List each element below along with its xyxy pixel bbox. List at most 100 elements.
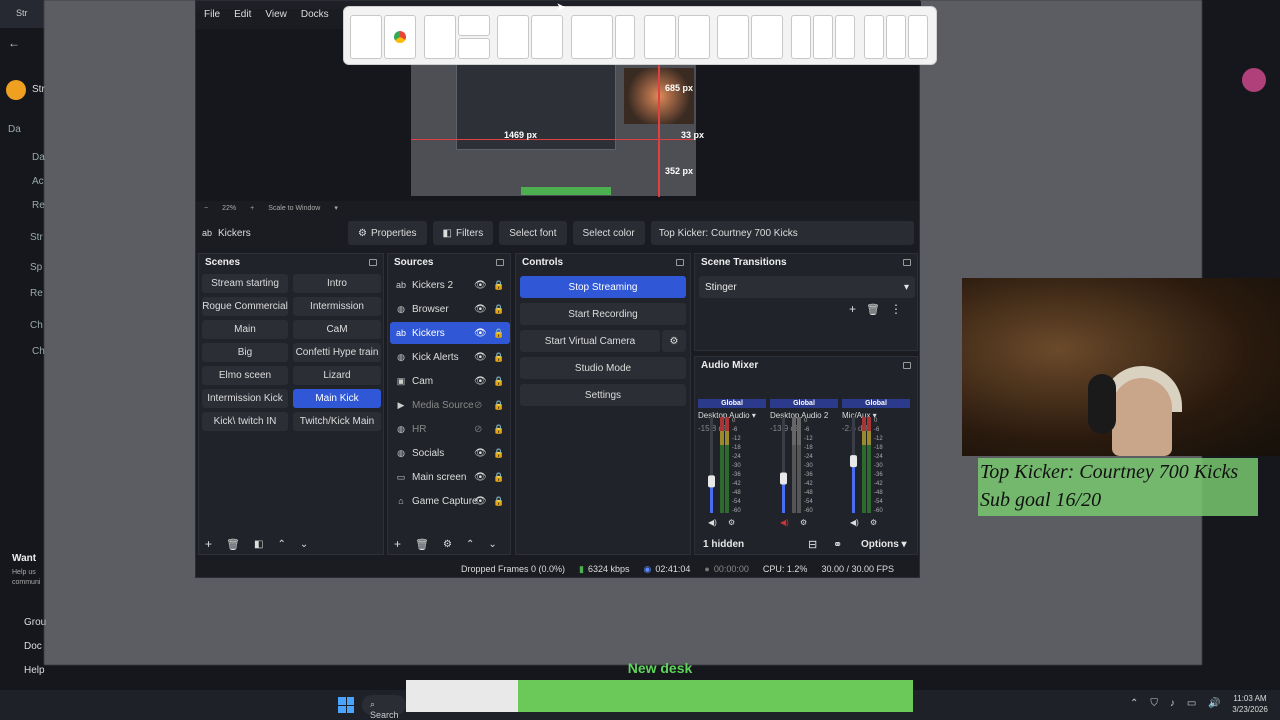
layout-icon[interactable]: ⊟	[808, 538, 817, 551]
start-virtual-camera-button[interactable]: Start Virtual Camera	[520, 330, 660, 352]
snap-layout[interactable]	[791, 15, 855, 59]
speaker-icon[interactable]: ◀)	[850, 518, 859, 527]
unlock-icon[interactable]: 🔒	[493, 328, 504, 339]
link-icon[interactable]: ⚭	[833, 538, 842, 551]
options-button[interactable]: Options ▾	[861, 539, 907, 550]
chevron-up-icon[interactable]: ⌃	[466, 539, 474, 550]
volume-slider-handle[interactable]	[708, 475, 715, 488]
volume-slider-handle[interactable]	[850, 455, 857, 468]
audio-meters[interactable]: 0-6-12-18-24-30-36-42-48-54-60◀) ⚙0-6-12-…	[694, 413, 918, 533]
lock-icon[interactable]: 🔒	[493, 472, 504, 483]
scene-button[interactable]: Intermission Kick	[202, 389, 288, 408]
trash-icon[interactable]: 🗑	[866, 303, 880, 316]
popout-icon[interactable]	[903, 258, 911, 266]
scene-button[interactable]: CaM	[293, 320, 381, 339]
select-color-button[interactable]: Select color	[572, 221, 645, 245]
source-row-selected[interactable]: ab Kickers 👁 🔒	[390, 322, 510, 344]
snap-layout[interactable]	[424, 15, 490, 59]
scene-button[interactable]: Kick\ twitch IN	[202, 412, 288, 431]
gear-icon[interactable]: ⚙	[443, 539, 452, 550]
stop-streaming-button[interactable]: Stop Streaming	[520, 276, 686, 298]
scene-button[interactable]: Twitch/Kick Main	[293, 412, 381, 431]
hidden-count[interactable]: 1 hidden	[703, 539, 744, 550]
channel-settings-icon[interactable]: ⚙	[728, 518, 735, 527]
trash-icon[interactable]: 🗑	[415, 538, 429, 551]
menu-edit[interactable]: Edit	[234, 9, 251, 29]
sidebar-item[interactable]: Ac	[32, 176, 44, 187]
channel-settings-icon[interactable]: ⚙	[800, 518, 807, 527]
virtual-camera-settings-button[interactable]: ⚙	[662, 330, 686, 352]
scale-mode-select[interactable]: Scale to Window	[268, 205, 320, 212]
add-icon[interactable]: +	[205, 537, 212, 551]
transition-select[interactable]: Stinger ▾	[699, 276, 915, 298]
menu-view[interactable]: View	[265, 9, 287, 29]
trash-icon[interactable]: 🗑	[226, 538, 240, 551]
more-vertical-icon[interactable]: ⋮	[890, 302, 902, 316]
add-icon[interactable]: +	[849, 302, 856, 316]
snap-layout[interactable]	[864, 15, 928, 59]
zoom-out-button[interactable]: −	[204, 205, 208, 212]
properties-button[interactable]: ⚙ Properties	[348, 221, 427, 245]
mic-icon[interactable]: ♪	[1170, 698, 1175, 709]
filters-button[interactable]: ◧ Filters	[432, 221, 494, 245]
chevron-up-icon[interactable]: ⌃	[1130, 698, 1138, 709]
speaker-icon[interactable]: ◀)	[708, 518, 717, 527]
unlock-icon[interactable]: 🔒	[493, 400, 504, 411]
chevron-down-icon[interactable]: ⌄	[300, 539, 308, 550]
footer-link[interactable]: Doc	[24, 641, 42, 652]
eye-hidden-icon[interactable]: ⊘	[474, 400, 482, 411]
volume-slider-handle[interactable]	[780, 472, 787, 485]
volume-icon[interactable]: 🔊	[1208, 698, 1220, 709]
snap-layout[interactable]	[497, 15, 563, 59]
sidebar-item[interactable]: Ch	[30, 320, 43, 331]
eye-icon[interactable]: 👁	[474, 376, 487, 387]
eye-icon[interactable]: 👁	[474, 280, 487, 291]
eye-icon[interactable]: 👁	[474, 304, 487, 315]
scene-button[interactable]: Confetti Hype train	[293, 343, 381, 362]
avatar[interactable]	[1242, 68, 1266, 92]
unlock-icon[interactable]: 🔒	[493, 448, 504, 459]
source-row[interactable]: ◍ Browser 👁 🔒	[390, 298, 510, 320]
popout-icon[interactable]	[496, 258, 504, 266]
unlock-icon[interactable]: 🔒	[493, 304, 504, 315]
eye-icon[interactable]: 👁	[474, 352, 487, 363]
chevron-down-icon[interactable]: ▾	[334, 204, 338, 212]
scene-button[interactable]: Intermission	[293, 297, 381, 316]
unlock-icon[interactable]: 🔒	[493, 352, 504, 363]
popout-icon[interactable]	[903, 361, 911, 369]
channel-settings-icon[interactable]: ⚙	[870, 518, 877, 527]
unlock-icon[interactable]: 🔒	[493, 424, 504, 435]
add-icon[interactable]: +	[394, 537, 401, 551]
source-row[interactable]: ⌂ Game Capture 👁 🔒	[390, 490, 510, 512]
taskbar-clock[interactable]: 11:03 AM 3/23/2026	[1226, 693, 1274, 715]
chevron-down-icon[interactable]: ⌄	[488, 539, 496, 550]
menu-docks[interactable]: Docks	[301, 9, 329, 29]
eye-icon[interactable]: 👁	[474, 448, 487, 459]
eye-icon[interactable]: 👁	[474, 472, 487, 483]
footer-link[interactable]: Help	[24, 665, 45, 676]
source-row[interactable]: ◍ Kick Alerts 👁 🔒	[390, 346, 510, 368]
back-arrow-icon[interactable]: ←	[8, 36, 20, 50]
battery-icon[interactable]: ▭	[1187, 698, 1196, 709]
taskbar-search[interactable]: ⌕ Search	[362, 695, 406, 720]
source-row[interactable]: ▭ Main screen 👁 🔒	[390, 466, 510, 488]
sidebar-item[interactable]: Da	[8, 124, 21, 135]
menu-file[interactable]: File	[204, 9, 220, 29]
sidebar-item[interactable]: Str	[30, 232, 43, 243]
sidebar-item[interactable]: Re	[30, 288, 43, 299]
scene-button[interactable]: Stream starting	[202, 274, 288, 293]
select-font-button[interactable]: Select font	[499, 221, 567, 245]
text-source-field[interactable]: Top Kicker: Courtney 700 Kicks	[650, 221, 914, 245]
popout-icon[interactable]	[369, 258, 377, 266]
sidebar-item[interactable]: Da	[32, 152, 45, 163]
source-row[interactable]: ▶ Media Source ⊘ 🔒	[390, 394, 510, 416]
sidebar-item[interactable]: Re	[32, 200, 45, 211]
source-row[interactable]: ab Kickers 2 👁 🔒	[390, 274, 510, 296]
scene-button-selected[interactable]: Main Kick	[293, 389, 381, 408]
source-row[interactable]: ▣ Cam 👁 🔒	[390, 370, 510, 392]
source-row[interactable]: ◍ Socials 👁 🔒	[390, 442, 510, 464]
snap-layout[interactable]	[717, 15, 783, 59]
unlock-icon[interactable]: 🔒	[493, 496, 504, 507]
scene-button[interactable]: Intro	[293, 274, 381, 293]
unlock-icon[interactable]: 🔒	[493, 376, 504, 387]
